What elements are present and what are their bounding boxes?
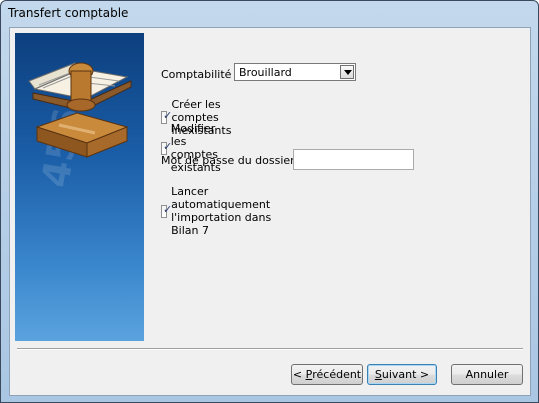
separator bbox=[17, 348, 523, 350]
back-button[interactable]: < Précédent bbox=[291, 364, 363, 385]
back-button-prefix: < bbox=[292, 368, 306, 381]
checkmark-icon: ✓ bbox=[163, 139, 173, 153]
wizard-client-area: 456 Comptabilité : Brouillar bbox=[9, 27, 531, 396]
cancel-button[interactable]: Annuler bbox=[451, 364, 523, 385]
next-button[interactable]: Suivant > bbox=[367, 364, 437, 385]
back-button-accel: P bbox=[305, 368, 313, 381]
back-button-label: récédent bbox=[312, 368, 362, 381]
comptabilite-label: Comptabilité : bbox=[161, 68, 239, 81]
wizard-banner: 456 bbox=[15, 33, 144, 341]
password-field[interactable] bbox=[293, 149, 414, 170]
lancer-import-label[interactable]: Lancer automatiquement l'importation dan… bbox=[171, 185, 277, 237]
checkbox-box[interactable]: ✓ bbox=[161, 203, 172, 218]
checkmark-icon: ✓ bbox=[163, 109, 173, 122]
comptabilite-select[interactable]: Brouillard bbox=[234, 63, 356, 81]
lancer-import-checkbox[interactable]: ✓ Lancer automatiquement l'importation d… bbox=[161, 185, 277, 237]
book-stamp-icon bbox=[28, 62, 132, 158]
comptabilite-select-value: Brouillard bbox=[239, 66, 292, 79]
window-title: Transfert comptable bbox=[8, 6, 129, 20]
checkmark-icon: ✓ bbox=[163, 202, 173, 216]
wizard-window: Transfert comptable 456 C bbox=[0, 0, 539, 403]
cancel-button-label: Annuler bbox=[465, 368, 509, 381]
title-bar[interactable]: Transfert comptable bbox=[1, 1, 538, 27]
next-button-label: uivant > bbox=[381, 368, 430, 381]
password-label: Mot de passe du dossier : bbox=[161, 154, 302, 167]
checkbox-box[interactable]: ✓ bbox=[161, 140, 172, 155]
chevron-down-icon[interactable] bbox=[340, 65, 354, 79]
next-button-accel: S bbox=[374, 368, 382, 381]
